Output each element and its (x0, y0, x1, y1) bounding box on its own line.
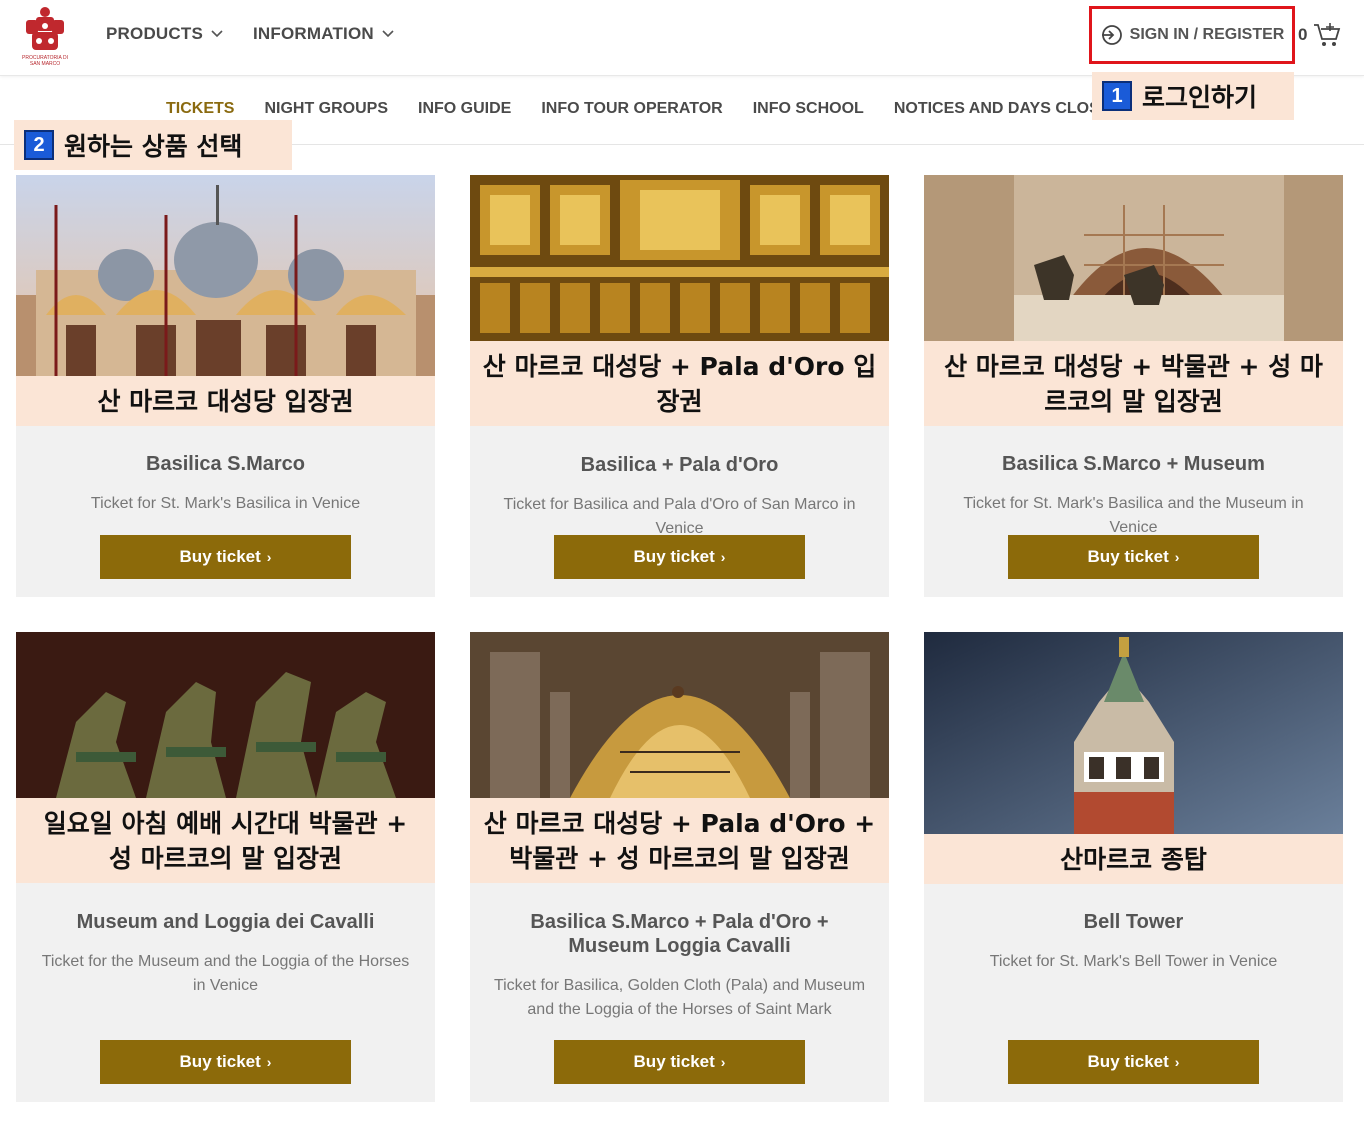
product-description: Ticket for Basilica and Pala d'Oro of Sa… (503, 496, 856, 537)
annotation-text: 로그인하기 (1142, 83, 1258, 112)
product-card-korean-caption: 산 마르코 대성당 + Pala d'Oro + 박물관 + 성 마르코의 말 … (470, 798, 889, 883)
sign-in-register-button[interactable]: SIGN IN / REGISTER (1089, 6, 1295, 64)
nav-information[interactable]: INFORMATION (253, 24, 394, 44)
buy-ticket-label: Buy ticket (633, 547, 715, 566)
buy-ticket-label: Buy ticket (1087, 547, 1169, 566)
product-description: Ticket for St. Mark's Basilica in Venice (90, 495, 361, 512)
chevron-right-icon: › (266, 549, 272, 565)
logo-text: PROCURATORIA DI SAN MARCO (22, 55, 68, 67)
product-card-basilica-pala-doro: 산 마르코 대성당 + Pala d'Oro 입장권 Basilica + Pa… (470, 175, 889, 597)
product-title: Basilica + Pala d'Oro (580, 454, 779, 476)
subnav-notices-closure[interactable]: NOTICES AND DAYS CLOSURE BASILICA (894, 100, 1096, 118)
sign-in-icon (1101, 25, 1122, 45)
buy-ticket-label: Buy ticket (1087, 1052, 1169, 1071)
buy-ticket-button[interactable]: Buy ticket › (100, 535, 351, 579)
buy-ticket-button[interactable]: Buy ticket › (100, 1040, 351, 1084)
product-card-basilica: 산 마르코 대성당 입장권 Basilica S.Marco Ticket fo… (16, 175, 435, 597)
subnav-info-school[interactable]: INFO SCHOOL (753, 100, 864, 118)
buy-ticket-button[interactable]: Buy ticket › (1008, 1040, 1259, 1084)
cart-icon (1314, 23, 1341, 46)
annotation-login: 1 로그인하기 (1092, 72, 1294, 120)
buy-ticket-button[interactable]: Buy ticket › (1008, 535, 1259, 579)
product-card-museum-loggia: 일요일 아침 예배 시간대 박물관 + 성 마르코의 말 입장권 Museum … (16, 632, 435, 1102)
chevron-right-icon: › (1174, 549, 1180, 565)
product-title: Bell Tower (1083, 911, 1184, 933)
basilica-image[interactable] (16, 175, 435, 376)
sign-in-label: SIGN IN / REGISTER (1129, 26, 1285, 43)
product-description: Ticket for St. Mark's Basilica and the M… (963, 495, 1304, 536)
pala-doro-image[interactable] (470, 175, 889, 341)
product-description: Ticket for St. Mark's Bell Tower in Veni… (989, 953, 1278, 970)
product-title: Basilica S.Marco + Museum (1002, 453, 1265, 475)
chevron-right-icon: › (1174, 1054, 1180, 1070)
annotation-text: 원하는 상품 선택 (64, 132, 243, 161)
chevron-down-icon (382, 30, 394, 38)
nav-products-label: PRODUCTS (106, 24, 203, 43)
subnav-night-groups[interactable]: NIGHT GROUPS (264, 100, 388, 118)
product-card-basilica-museum: 산 마르코 대성당 + 박물관 + 성 마르코의 말 입장권 Basilica … (924, 175, 1343, 597)
cart-count: 0 (1298, 25, 1308, 44)
subnav-info-guide[interactable]: INFO GUIDE (418, 100, 511, 118)
annotation-number-badge: 2 (24, 130, 54, 160)
buy-ticket-label: Buy ticket (179, 547, 261, 566)
product-description: Ticket for the Museum and the Loggia of … (41, 953, 410, 994)
product-title: Basilica S.Marco (146, 453, 305, 475)
basilica-museum-image[interactable] (924, 175, 1343, 341)
annotation-number-badge: 1 (1102, 81, 1132, 111)
chevron-right-icon: › (266, 1054, 272, 1070)
annotation-select-product: 2 원하는 상품 선택 (14, 120, 292, 170)
product-title: Museum and Loggia dei Cavalli (76, 911, 375, 933)
cart-button[interactable]: 0 (1298, 22, 1341, 48)
nav-information-label: INFORMATION (253, 24, 374, 43)
product-description: Ticket for Basilica, Golden Cloth (Pala)… (493, 977, 866, 1018)
product-card-korean-caption: 일요일 아침 예배 시간대 박물관 + 성 마르코의 말 입장권 (16, 798, 435, 883)
chevron-right-icon: › (720, 1054, 726, 1070)
subnav-info-tour-operator[interactable]: INFO TOUR OPERATOR (541, 100, 722, 118)
chevron-down-icon (211, 30, 223, 38)
product-card-korean-caption: 산 마르코 대성당 + 박물관 + 성 마르코의 말 입장권 (924, 341, 1343, 426)
ticket-subnav: TICKETS NIGHT GROUPS INFO GUIDE INFO TOU… (166, 100, 1096, 118)
product-card-korean-caption: 산마르코 종탑 (924, 834, 1343, 884)
nav-products[interactable]: PRODUCTS (106, 24, 223, 44)
product-card-full-combo: 산 마르코 대성당 + Pala d'Oro + 박물관 + 성 마르코의 말 … (470, 632, 889, 1102)
buy-ticket-label: Buy ticket (633, 1052, 715, 1071)
chevron-right-icon: › (720, 549, 726, 565)
bell-tower-image[interactable] (924, 632, 1343, 834)
subnav-tickets[interactable]: TICKETS (166, 100, 234, 118)
main-nav: PRODUCTS INFORMATION (106, 24, 394, 44)
horses-image[interactable] (16, 632, 435, 798)
product-card-bell-tower: 산마르코 종탑 Bell Tower Ticket for St. Mark's… (924, 632, 1343, 1102)
product-card-korean-caption: 산 마르코 대성당 입장권 (16, 376, 435, 426)
basilica-interior-image[interactable] (470, 632, 889, 798)
product-card-korean-caption: 산 마르코 대성당 + Pala d'Oro 입장권 (470, 341, 889, 426)
product-title: Basilica S.Marco + Pala d'Oro + Museum L… (530, 911, 829, 957)
buy-ticket-label: Buy ticket (179, 1052, 261, 1071)
buy-ticket-button[interactable]: Buy ticket › (554, 535, 805, 579)
site-header: PROCURATORIA DI SAN MARCO PRODUCTS INFOR… (0, 0, 1364, 76)
buy-ticket-button[interactable]: Buy ticket › (554, 1040, 805, 1084)
